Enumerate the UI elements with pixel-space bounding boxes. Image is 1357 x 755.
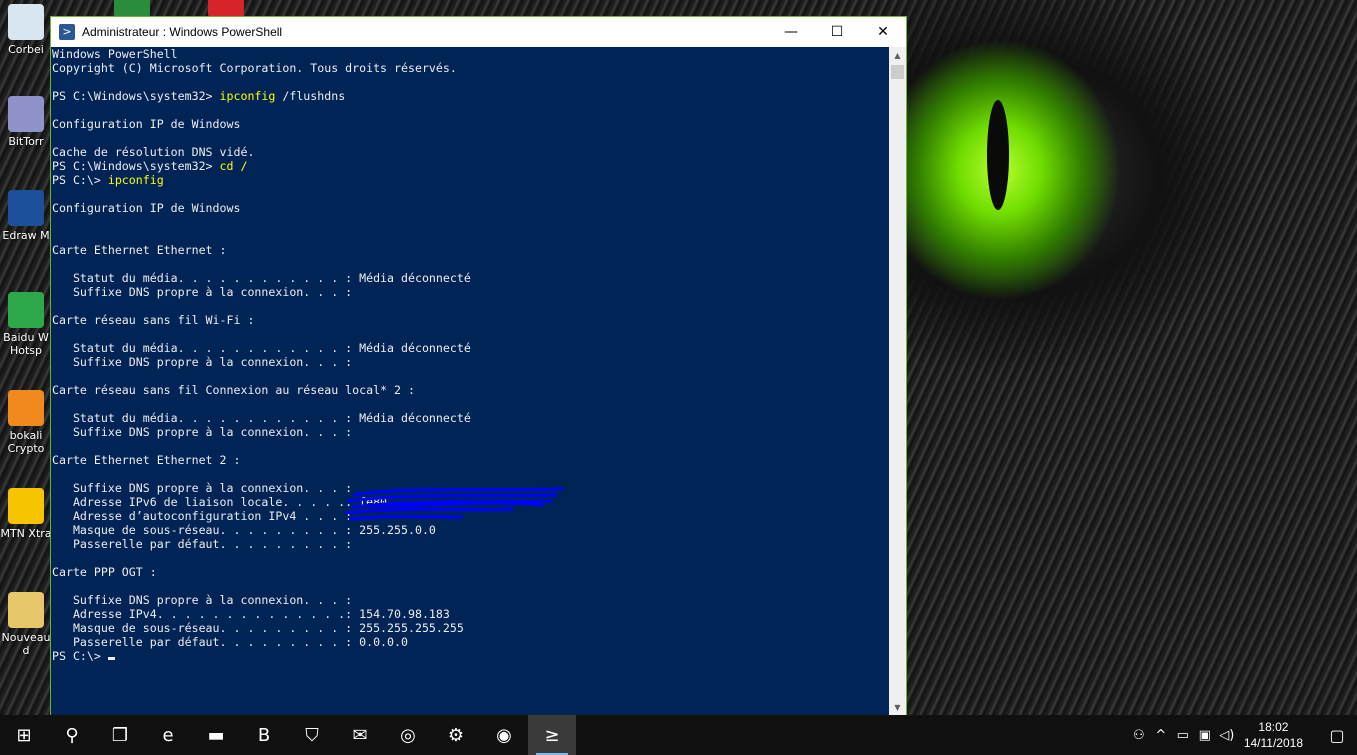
desktop-icon[interactable]: BitTorr [0,96,52,148]
task-view-icon[interactable]: ❐ [96,715,144,755]
console-line: Statut du média. . . . . . . . . . . . :… [52,341,471,355]
desktop-icon-label: Edraw M [2,229,50,242]
console-command: cd / [219,159,248,173]
console-line: Configuration IP de Windows [52,117,241,131]
console-line: Windows PowerShell [52,47,178,61]
console-line: Masque de sous-réseau. . . . . . . . . :… [52,621,464,635]
mail-icon[interactable]: ✉ [336,715,384,755]
scroll-thumb[interactable] [891,65,904,79]
console-line: Passerelle par défaut. . . . . . . . . :… [52,635,408,649]
console-output[interactable]: Windows PowerShell Copyright (C) Microso… [51,47,890,716]
desktop-icon-label: Baidu W Hotsp [3,331,49,357]
powershell-icon: > [59,24,75,40]
desktop-icon-label: Corbei [8,43,44,56]
console-line: PS C:\> [52,649,115,663]
window-title: Administrateur : Windows PowerShell [82,25,283,39]
people-icon[interactable]: ⚇ [1128,728,1150,743]
bittorrent-icon [8,96,44,132]
powershell-taskbar-icon[interactable]: ≥ [528,715,576,755]
redaction-scribble [344,487,564,521]
system-tray: ⚇ ^ ▭ ▣ ◁) 18:02 14/11/2018 ▢ [1128,715,1357,755]
console-line: Carte PPP OGT : [52,565,157,579]
console-line: Suffixe DNS propre à la connexion. . . : [52,593,353,607]
console-line: Cache de résolution DNS vidé. [52,145,255,159]
console-line: Suffixe DNS propre à la connexion. . . : [52,425,353,439]
clock-date: 14/11/2018 [1243,736,1303,750]
console-line: Suffixe DNS propre à la connexion. . . : [52,285,353,299]
bokali-taskbar-icon[interactable]: ◎ [384,715,432,755]
console-line: Carte réseau sans fil Connexion au résea… [52,383,415,397]
desktop-icon[interactable]: Baidu W Hotsp [0,292,52,357]
volume-icon[interactable]: ◁) [1216,728,1238,743]
close-button[interactable]: ✕ [860,17,906,47]
mtn-icon [8,488,44,524]
console-command: ipconfig [219,89,276,103]
action-center-icon[interactable]: ▢ [1317,726,1357,745]
b-app-icon[interactable]: B [240,715,288,755]
title-bar[interactable]: > Administrateur : Windows PowerShell — … [51,17,906,47]
console-line: Configuration IP de Windows [52,201,241,215]
settings-icon[interactable]: ⚙ [432,715,480,755]
vertical-scrollbar[interactable]: ▲ ▼ [889,47,906,716]
folder-icon [8,592,44,628]
console-line: PS C:\Windows\system32> cd / [52,159,248,173]
console-line: Carte Ethernet Ethernet : [52,243,227,257]
console-line: Adresse IPv4. . . . . . . . . . . . . .:… [52,607,450,621]
store-icon[interactable]: ⛉ [288,715,336,755]
start-button[interactable]: ⊞ [0,715,48,755]
desktop-icon[interactable]: Edraw M [0,190,52,242]
desktop-icon-label: MTN Xtra [0,527,52,540]
desktop-icon-label: Nouveau d [1,631,51,657]
file-explorer-icon[interactable]: ▬ [192,715,240,755]
network-icon[interactable]: ▣ [1194,728,1216,743]
minimize-button[interactable]: — [768,17,814,47]
console-text: Windows PowerShell Copyright (C) Microso… [51,47,890,663]
search-icon[interactable]: ⚲ [48,715,96,755]
console-line: Statut du média. . . . . . . . . . . . :… [52,411,471,425]
clock-time: 18:02 [1258,720,1289,734]
console-line: PS C:\> ipconfig [52,173,164,187]
desktop-icon[interactable]: Corbei [0,4,52,56]
console-line: Suffixe DNS propre à la connexion. . . : [52,355,353,369]
bokali-icon [8,390,44,426]
taskbar: ⊞ ⚲ ❐ e ▬ B ⛉ ✉ ◎ ⚙ ◉ ≥ ⚇ ^ ▭ ▣ ◁) 18:02 14/11/2018… [0,715,1357,755]
battery-icon[interactable]: ▭ [1172,728,1194,743]
console-line: Passerelle par défaut. . . . . . . . . : [52,537,353,551]
console-line: Suffixe DNS propre à la connexion. . . : [52,481,353,495]
desktop-icon[interactable]: bokali Crypto [0,390,52,455]
console-line: Adresse IPv6 de liaison locale. . . . .:… [52,495,388,509]
edge-icon[interactable]: e [144,715,192,755]
console-command: ipconfig [107,173,164,187]
show-hidden-icons-chevron-icon[interactable]: ^ [1150,728,1172,743]
scroll-up-arrow-icon[interactable]: ▲ [889,47,906,64]
baidu-wifi-icon [8,292,44,328]
desktop-icon-label: BitTorr [8,135,44,148]
maximize-button[interactable]: ☐ [814,17,860,47]
console-line: Adresse d’autoconfiguration IPv4 . . . : [52,509,353,523]
edraw-icon [8,190,44,226]
clock[interactable]: 18:02 14/11/2018 [1244,719,1303,751]
console-line: Carte Ethernet Ethernet 2 : [52,453,241,467]
scroll-down-arrow-icon[interactable]: ▼ [889,699,906,716]
desktop-icon-label: bokali Crypto [7,429,45,455]
console-line: PS C:\Windows\system32> ipconfig /flushd… [52,89,346,103]
bittorrent-taskbar-icon[interactable]: ◉ [480,715,528,755]
console-line: Statut du média. . . . . . . . . . . . :… [52,271,471,285]
console-line: Copyright (C) Microsoft Corporation. Tou… [52,61,457,75]
cat-pupil [987,100,1009,210]
console-line: Carte réseau sans fil Wi-Fi : [52,313,255,327]
text-cursor [107,657,115,660]
desktop-icon[interactable]: MTN Xtra [0,488,52,540]
desktop-icon[interactable]: Nouveau d [0,592,52,657]
powershell-window: > Administrateur : Windows PowerShell — … [50,16,907,716]
recycle-bin-icon [8,4,44,40]
